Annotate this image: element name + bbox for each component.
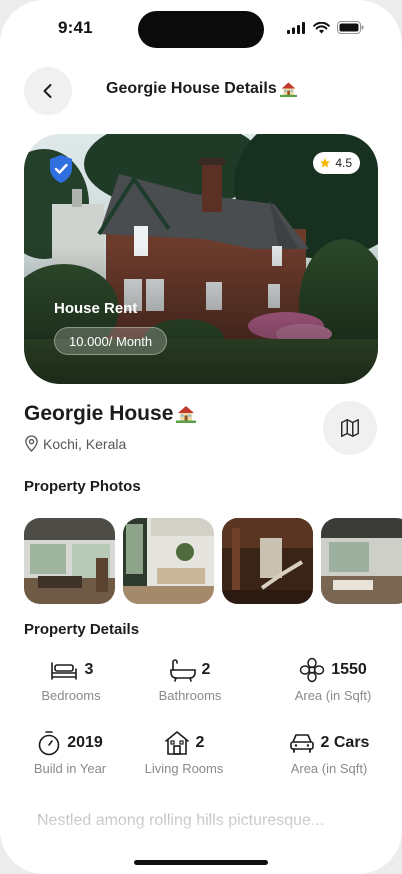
rating-value: 4.5: [335, 156, 352, 170]
property-photo-4[interactable]: [321, 518, 402, 604]
bedrooms-label: Bedrooms: [41, 688, 101, 703]
wifi-icon: [313, 21, 330, 33]
house-icon: [164, 731, 189, 755]
detail-living-rooms: 2 Living Rooms: [138, 729, 230, 776]
build-year-value: 2019: [67, 734, 103, 751]
location-text: Kochi, Kerala: [43, 435, 127, 452]
interior-photo: [222, 518, 313, 604]
area-value: 1550: [331, 661, 367, 678]
rating-badge: 4.5: [313, 152, 360, 174]
living-rooms-value: 2: [195, 734, 205, 751]
status-icons: [287, 21, 364, 34]
bathrooms-label: Bathrooms: [158, 688, 222, 703]
listing-name: Georgie House: [24, 402, 174, 425]
chevron-left-icon: [43, 84, 52, 98]
area-label: Area (in Sqft): [294, 688, 372, 703]
property-photo-2[interactable]: [123, 518, 214, 604]
description-text[interactable]: Nestled among rolling hills picturesque.…: [37, 812, 324, 830]
property-photo-1[interactable]: [24, 518, 115, 604]
timer-icon: [38, 731, 60, 756]
living-rooms-label: Living Rooms: [144, 761, 224, 776]
dynamic-island: [138, 11, 264, 48]
interior-photo: [24, 518, 115, 604]
parking-value: 2 Cars: [320, 734, 370, 751]
page-title: Georgie House Details: [106, 80, 277, 97]
detail-area: 1550 Area (in Sqft): [284, 656, 382, 703]
bathrooms-value: 2: [201, 661, 211, 678]
build-year-label: Build in Year: [33, 761, 107, 776]
star-icon: [320, 158, 331, 168]
flower-icon: [299, 657, 325, 683]
property-photos-title: Property Photos: [24, 478, 141, 495]
bedrooms-value: 3: [84, 661, 94, 678]
location: Kochi, Kerala: [24, 435, 126, 452]
home-indicator[interactable]: [134, 860, 268, 865]
house-emoji-icon: [176, 406, 196, 423]
back-button[interactable]: [24, 67, 72, 115]
map-icon: [341, 419, 359, 437]
bed-icon: [50, 662, 77, 680]
map-button[interactable]: [323, 401, 377, 455]
car-icon: [289, 734, 314, 753]
house-emoji-icon: [280, 82, 297, 97]
verified-shield-icon: [50, 155, 72, 183]
detail-parking: 2 Cars Area (in Sqft): [284, 729, 374, 776]
price-pill: 10.000/ Month: [54, 327, 168, 355]
detail-bedrooms: 3 Bedrooms: [24, 656, 118, 703]
interior-photo: [321, 518, 402, 604]
detail-build-year: 2019 Build in Year: [26, 729, 114, 776]
phone-screen: 9:41 Georgie House Details 4.5 House Ren…: [0, 0, 402, 874]
cellular-signal-icon: [287, 21, 305, 34]
bathtub-icon: [169, 659, 196, 682]
status-time: 9:41: [58, 18, 93, 37]
rent-label: House Rent: [54, 300, 138, 317]
location-pin-icon: [25, 435, 38, 452]
property-photo-3[interactable]: [222, 518, 313, 604]
interior-photo: [123, 518, 214, 604]
hero-property-image[interactable]: 4.5 House Rent 10.000/ Month: [24, 134, 378, 384]
detail-bathrooms: 2 Bathrooms: [148, 656, 232, 703]
property-details-title: Property Details: [24, 621, 140, 638]
battery-icon: [337, 21, 364, 34]
parking-label: Area (in Sqft): [290, 761, 368, 776]
